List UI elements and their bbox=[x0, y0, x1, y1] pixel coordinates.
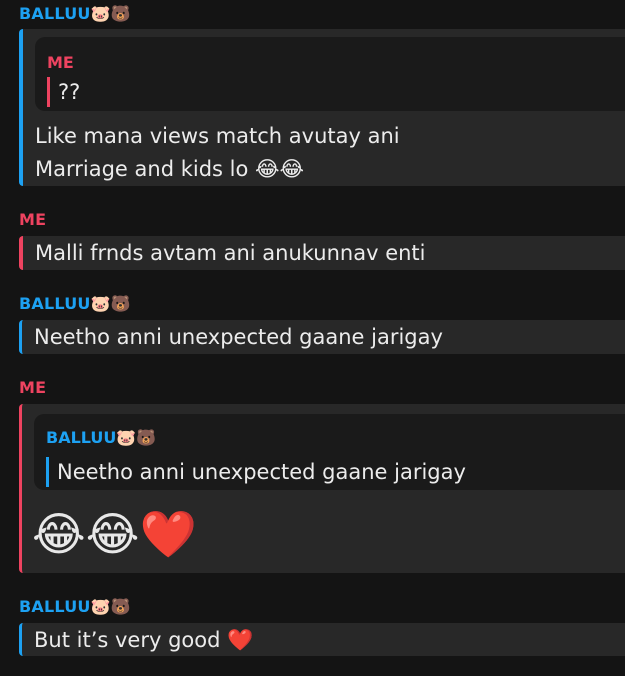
message-sender: BALLUU🐷🐻 bbox=[19, 4, 131, 23]
message-sender: ME bbox=[19, 210, 47, 229]
message-bubble[interactable]: Neetho anni unexpected gaane jarigay bbox=[19, 320, 625, 354]
message-bubble[interactable]: ME ?? Like mana views match avutay ani M… bbox=[19, 29, 625, 186]
message-text: Like mana views match avutay ani bbox=[35, 124, 400, 148]
quoted-sender: BALLUU🐷🐻 bbox=[46, 428, 157, 447]
message-text: Neetho anni unexpected gaane jarigay bbox=[34, 325, 443, 349]
message-sender: BALLUU🐷🐻 bbox=[19, 294, 131, 313]
quoted-sender: ME bbox=[47, 53, 74, 72]
chat-view[interactable]: BALLUU🐷🐻 ME ?? Like mana views match avu… bbox=[0, 0, 625, 676]
message-bubble[interactable]: But it’s very good ❤️ bbox=[19, 623, 625, 656]
quoted-message[interactable]: BALLUU🐷🐻 Neetho anni unexpected gaane ja… bbox=[34, 414, 625, 490]
quoted-text: ?? bbox=[47, 77, 80, 107]
message-text: Marriage and kids lo 😂😂 bbox=[35, 157, 305, 181]
message-text: Malli frnds avtam ani anukunnav enti bbox=[35, 241, 426, 265]
quoted-text: Neetho anni unexpected gaane jarigay bbox=[46, 457, 466, 487]
message-bubble[interactable]: BALLUU🐷🐻 Neetho anni unexpected gaane ja… bbox=[19, 404, 625, 573]
message-emoji: 😂😂❤️ bbox=[32, 507, 197, 561]
message-text: But it’s very good ❤️ bbox=[34, 628, 254, 652]
message-bubble[interactable]: Malli frnds avtam ani anukunnav enti bbox=[19, 236, 625, 270]
message-sender: BALLUU🐷🐻 bbox=[19, 597, 131, 616]
message-sender: ME bbox=[19, 378, 47, 397]
quoted-message[interactable]: ME ?? bbox=[35, 37, 625, 111]
